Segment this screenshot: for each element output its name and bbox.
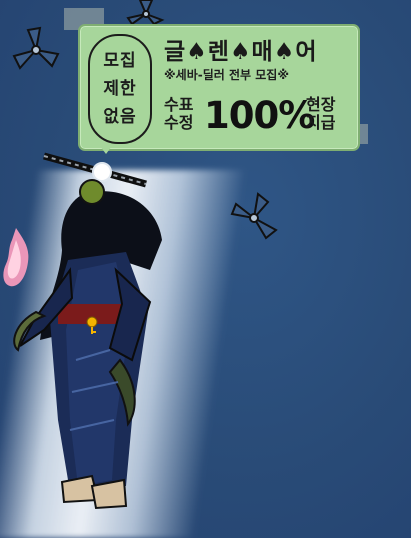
badge-line: 모집 bbox=[103, 51, 137, 71]
bubble-title: 글♠렌♠매♠어 bbox=[164, 39, 318, 65]
shuriken-icon bbox=[230, 192, 278, 240]
speech-bubble-tail bbox=[100, 146, 112, 154]
right-stack: 현장 지급 bbox=[306, 96, 335, 132]
left-stack: 수표 수정 bbox=[164, 96, 193, 132]
big-percentage: 100% bbox=[204, 94, 315, 137]
stack-line: 수표 bbox=[164, 95, 194, 114]
badge-line: 없음 bbox=[103, 107, 137, 127]
recruit-badge: 모집 제한 없음 bbox=[88, 34, 152, 144]
stack-line: 현장 bbox=[306, 95, 336, 114]
badge-line: 제한 bbox=[103, 79, 137, 99]
game-scene: 모집 제한 없음 글♠렌♠매♠어 ※세바-딜러 전부 모집※ 수표 수정 100… bbox=[0, 0, 411, 538]
stack-line: 지급 bbox=[306, 113, 336, 132]
stack-line: 수정 bbox=[164, 113, 194, 132]
bubble-subtitle: ※세바-딜러 전부 모집※ bbox=[164, 68, 289, 82]
speech-bubble: 모집 제한 없음 글♠렌♠매♠어 ※세바-딜러 전부 모집※ 수표 수정 100… bbox=[78, 24, 360, 151]
